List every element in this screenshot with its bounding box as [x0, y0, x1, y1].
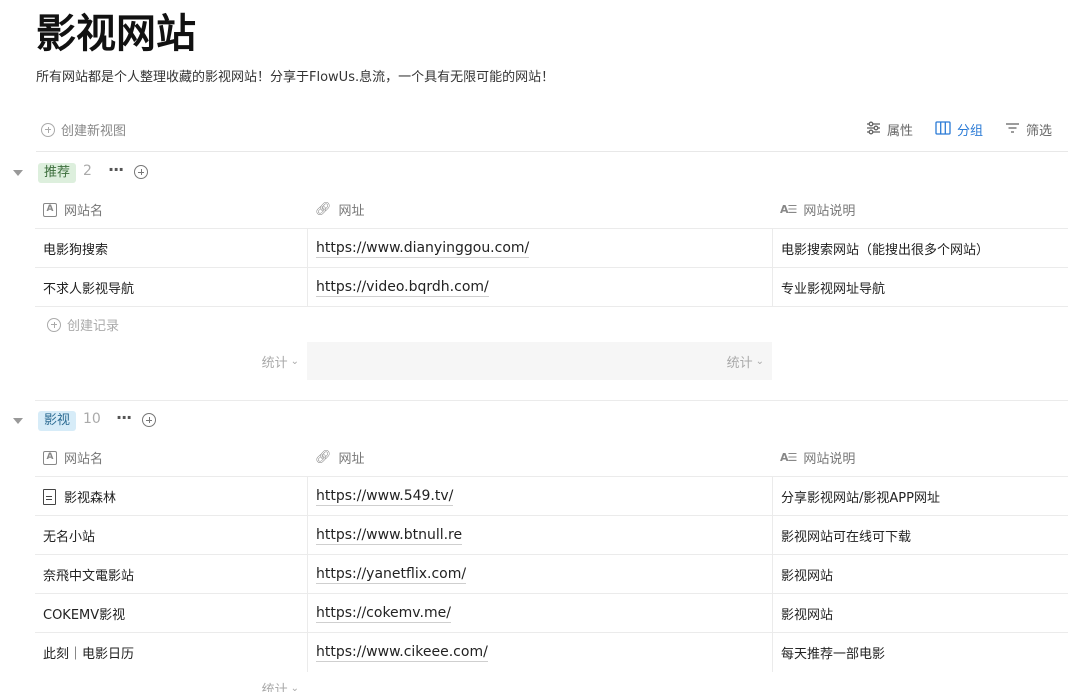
sliders-icon [866, 121, 881, 139]
table-row[interactable]: 奈飛中文電影站 https://yanetflix.com/ 影视网站 [35, 555, 1068, 594]
group-tag: 推荐 [38, 163, 77, 183]
url-cell[interactable]: https://cokemv.me/ [307, 594, 772, 633]
group-count: 2 [83, 163, 92, 179]
desc-cell[interactable]: 分享影视网站/影视APP网址 [772, 477, 1068, 516]
filter-button[interactable]: 筛选 [1005, 120, 1068, 139]
table-header-row: A 网站名 🔗︎ 网址 A☰ 网站说明 [35, 190, 1068, 229]
name-cell[interactable]: 影视森林 [35, 477, 307, 516]
name-cell[interactable]: COKEMV影视 [35, 594, 307, 633]
text-type-icon: A [43, 450, 57, 465]
page-icon [43, 488, 56, 505]
toolbar-actions: 属性 分组 筛选 [866, 120, 1068, 139]
url-link[interactable]: https://cokemv.me/ [316, 604, 451, 623]
chevron-down-icon: ⌄ [755, 355, 764, 367]
rich-text-icon: A☰ [780, 451, 797, 464]
group-header: 推荐 2 ··· [0, 160, 300, 186]
create-record-button[interactable]: 创建记录 [35, 307, 1068, 342]
table-recommended: A 网站名 🔗︎ 网址 A☰ 网站说明 电影狗搜索 https://www.diany… [35, 190, 1068, 380]
collapse-caret-icon[interactable] [13, 418, 23, 424]
filter-label: 筛选 [1026, 124, 1053, 139]
url-cell[interactable]: https://www.dianyinggou.com/ [307, 229, 772, 268]
create-view-label: 创建新视图 [61, 124, 127, 139]
columns-icon [935, 120, 951, 139]
desc-cell[interactable]: 专业影视网址导航 [772, 268, 1068, 307]
table-row[interactable]: COKEMV影视 https://cokemv.me/ 影视网站 [35, 594, 1068, 633]
column-header-desc[interactable]: A☰ 网站说明 [772, 438, 1068, 477]
link-icon: 🔗︎ [315, 202, 332, 217]
desc-cell[interactable]: 影视网站可在线可下载 [772, 516, 1068, 555]
desc-cell[interactable]: 影视网站 [772, 594, 1068, 633]
column-header-url[interactable]: 🔗︎ 网址 [307, 190, 772, 229]
properties-button[interactable]: 属性 [866, 120, 913, 139]
collapse-caret-icon[interactable] [13, 170, 23, 176]
link-icon: 🔗︎ [315, 450, 332, 465]
table-header-row: A 网站名 🔗︎ 网址 A☰ 网站说明 [35, 438, 1068, 477]
filter-icon [1005, 122, 1020, 138]
rich-text-icon: A☰ [780, 203, 797, 216]
stat-dropdown[interactable]: 统计 ⌄ [35, 672, 307, 692]
group-divider [35, 400, 1068, 401]
url-cell[interactable]: https://yanetflix.com/ [307, 555, 772, 594]
table-row[interactable]: 不求人影视导航 https://video.bqrdh.com/ 专业影视网址导… [35, 268, 1068, 307]
url-link[interactable]: https://yanetflix.com/ [316, 565, 467, 584]
stat-dropdown[interactable]: 统计 ⌄ [307, 342, 772, 380]
create-view-button[interactable]: 创建新视图 [41, 120, 126, 139]
group-count: 10 [83, 411, 101, 427]
page-subtitle: 所有网站都是个人整理收藏的影视网站！分享于FlowUs.息流，一个具有无限可能的… [36, 70, 555, 85]
chevron-down-icon: ⌄ [290, 682, 299, 692]
url-cell[interactable]: https://www.btnull.re [307, 516, 772, 555]
column-header-desc[interactable]: A☰ 网站说明 [772, 190, 1068, 229]
url-link[interactable]: https://www.549.tv/ [316, 487, 454, 506]
table-row[interactable]: 此刻｜电影日历 https://www.cikeee.com/ 每天推荐一部电影 [35, 633, 1068, 672]
group-header: 影视 10 ··· [0, 408, 300, 434]
table-row[interactable]: 无名小站 https://www.btnull.re 影视网站可在线可下载 [35, 516, 1068, 555]
name-cell[interactable]: 奈飛中文電影站 [35, 555, 307, 594]
add-icon [41, 122, 55, 137]
name-cell[interactable]: 不求人影视导航 [35, 268, 307, 307]
add-icon [47, 317, 61, 332]
add-icon[interactable] [134, 165, 148, 179]
url-cell[interactable]: https://www.549.tv/ [307, 477, 772, 516]
table-row[interactable]: 电影狗搜索 https://www.dianyinggou.com/ 电影搜索网… [35, 229, 1068, 268]
name-cell[interactable]: 无名小站 [35, 516, 307, 555]
more-options-icon[interactable]: ··· [116, 408, 132, 427]
group-button[interactable]: 分组 [935, 120, 983, 139]
stats-row: 统计 ⌄ [35, 672, 1068, 692]
text-type-icon: A [43, 202, 57, 217]
stats-row: 统计 ⌄ 统计 ⌄ [35, 342, 1068, 380]
name-cell[interactable]: 此刻｜电影日历 [35, 633, 307, 672]
desc-cell[interactable]: 电影搜索网站（能搜出很多个网站） [772, 229, 1068, 268]
url-link[interactable]: https://www.cikeee.com/ [316, 643, 488, 662]
column-header-name[interactable]: A 网站名 [35, 438, 307, 477]
group-label: 分组 [956, 124, 983, 139]
desc-cell[interactable]: 影视网站 [772, 555, 1068, 594]
table-film: A 网站名 🔗︎ 网址 A☰ 网站说明 影视森林 https://www.549.tv… [35, 438, 1068, 692]
column-header-url[interactable]: 🔗︎ 网址 [307, 438, 772, 477]
view-toolbar: 创建新视图 属性 分组 筛选 [36, 118, 1068, 152]
url-link[interactable]: https://www.btnull.re [316, 526, 463, 545]
column-header-name[interactable]: A 网站名 [35, 190, 307, 229]
chevron-down-icon: ⌄ [290, 355, 299, 367]
page-title: 影视网站 [36, 11, 196, 57]
more-options-icon[interactable]: ··· [108, 160, 124, 179]
name-cell[interactable]: 电影狗搜索 [35, 229, 307, 268]
url-cell[interactable]: https://www.cikeee.com/ [307, 633, 772, 672]
create-record-label: 创建记录 [67, 319, 120, 334]
url-link[interactable]: https://www.dianyinggou.com/ [316, 239, 530, 258]
desc-cell[interactable]: 每天推荐一部电影 [772, 633, 1068, 672]
url-link[interactable]: https://video.bqrdh.com/ [316, 278, 489, 297]
stat-dropdown[interactable]: 统计 ⌄ [35, 342, 307, 380]
group-tag: 影视 [38, 411, 77, 431]
url-cell[interactable]: https://video.bqrdh.com/ [307, 268, 772, 307]
properties-label: 属性 [886, 124, 913, 139]
table-row[interactable]: 影视森林 https://www.549.tv/ 分享影视网站/影视APP网址 [35, 477, 1068, 516]
add-icon[interactable] [142, 413, 156, 427]
